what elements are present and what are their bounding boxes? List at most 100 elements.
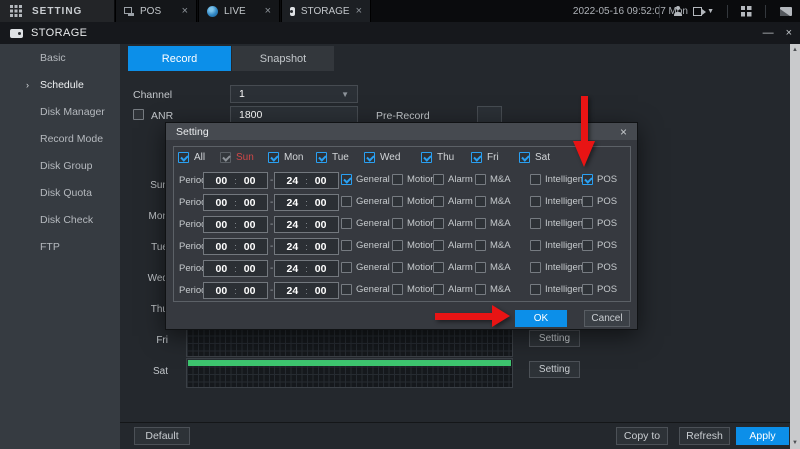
type-alarm[interactable]: Alarm	[433, 262, 473, 273]
type-m-a[interactable]: M&A	[475, 240, 511, 251]
checkbox[interactable]	[392, 218, 403, 229]
time-input[interactable]: 00:00	[203, 172, 268, 189]
sidebar-item-disk-quota[interactable]: Disk Quota	[0, 179, 120, 206]
layout-switch-icon[interactable]	[741, 6, 752, 17]
checkbox[interactable]	[433, 196, 444, 207]
checkbox[interactable]	[341, 240, 352, 251]
checkbox[interactable]	[582, 218, 593, 229]
type-general[interactable]: General	[341, 240, 390, 251]
type-general[interactable]: General	[341, 196, 390, 207]
close-icon[interactable]: ×	[182, 6, 188, 17]
type-alarm[interactable]: Alarm	[433, 196, 473, 207]
time-input[interactable]: 24:00	[274, 216, 339, 233]
time-input[interactable]: 24:00	[274, 282, 339, 299]
sidebar-item-disk-group[interactable]: Disk Group	[0, 152, 120, 179]
scroll-down-icon[interactable]: ▼	[790, 437, 800, 449]
checkbox[interactable]	[392, 174, 403, 185]
checkbox[interactable]	[582, 196, 593, 207]
checkbox[interactable]	[433, 218, 444, 229]
checkbox[interactable]	[433, 240, 444, 251]
type-intelligent[interactable]: Intelligent	[530, 262, 586, 273]
checkbox[interactable]	[471, 152, 482, 163]
tab-live[interactable]: LIVE ×	[198, 0, 280, 22]
type-intelligent[interactable]: Intelligent	[530, 240, 586, 251]
type-pos[interactable]: POS	[582, 174, 617, 185]
checkbox[interactable]	[530, 174, 541, 185]
day-tue[interactable]: Tue	[316, 152, 349, 163]
day-fri[interactable]: Fri	[471, 152, 499, 163]
checkbox[interactable]	[220, 152, 231, 163]
checkbox[interactable]	[433, 284, 444, 295]
apply-button[interactable]: Apply	[736, 427, 789, 445]
checkbox[interactable]	[582, 262, 593, 273]
dialog-header[interactable]: Setting ×	[166, 123, 637, 140]
close-icon[interactable]: ×	[786, 28, 792, 39]
checkbox[interactable]	[582, 240, 593, 251]
time-input[interactable]: 24:00	[274, 260, 339, 277]
type-motion[interactable]: Motion	[392, 284, 436, 295]
default-button[interactable]: Default	[134, 427, 190, 445]
type-m-a[interactable]: M&A	[475, 218, 511, 229]
checkbox[interactable]	[475, 284, 486, 295]
channel-select[interactable]: 1 ▼	[230, 85, 358, 103]
tab-snapshot[interactable]: Snapshot	[232, 46, 334, 71]
cancel-button[interactable]: Cancel	[584, 310, 630, 327]
checkbox[interactable]	[268, 152, 279, 163]
anr-checkbox[interactable]	[133, 109, 144, 120]
checkbox[interactable]	[530, 218, 541, 229]
checkbox[interactable]	[475, 218, 486, 229]
checkbox[interactable]	[178, 152, 189, 163]
tab-pos[interactable]: POS ×	[115, 0, 197, 22]
anr-input[interactable]: 1800	[230, 106, 358, 123]
type-general[interactable]: General	[341, 284, 390, 295]
checkbox[interactable]	[392, 262, 403, 273]
setting-button-fri[interactable]: Setting	[529, 330, 580, 347]
time-input[interactable]: 00:00	[203, 194, 268, 211]
checkbox[interactable]	[519, 152, 530, 163]
type-general[interactable]: General	[341, 218, 390, 229]
timeline-grid-fri[interactable]	[186, 327, 513, 357]
type-general[interactable]: General	[341, 262, 390, 273]
type-pos[interactable]: POS	[582, 196, 617, 207]
time-input[interactable]: 00:00	[203, 260, 268, 277]
checkbox[interactable]	[433, 174, 444, 185]
checkbox[interactable]	[316, 152, 327, 163]
type-motion[interactable]: Motion	[392, 174, 436, 185]
checkbox[interactable]	[392, 196, 403, 207]
checkbox[interactable]	[530, 196, 541, 207]
checkbox[interactable]	[530, 262, 541, 273]
day-sun[interactable]: Sun	[220, 152, 254, 163]
type-pos[interactable]: POS	[582, 218, 617, 229]
time-input[interactable]: 24:00	[274, 238, 339, 255]
type-intelligent[interactable]: Intelligent	[530, 218, 586, 229]
type-alarm[interactable]: Alarm	[433, 174, 473, 185]
checkbox[interactable]	[341, 218, 352, 229]
type-motion[interactable]: Motion	[392, 218, 436, 229]
time-input[interactable]: 00:00	[203, 216, 268, 233]
checkbox[interactable]	[341, 284, 352, 295]
tab-record[interactable]: Record	[128, 46, 231, 71]
type-motion[interactable]: Motion	[392, 240, 436, 251]
scroll-up-icon[interactable]: ▲	[790, 44, 800, 56]
checkbox[interactable]	[341, 196, 352, 207]
ok-button[interactable]: OK	[515, 310, 567, 327]
checkbox[interactable]	[475, 262, 486, 273]
type-alarm[interactable]: Alarm	[433, 240, 473, 251]
type-pos[interactable]: POS	[582, 284, 617, 295]
sidebar-item-schedule[interactable]: ›Schedule	[0, 71, 120, 98]
checkbox[interactable]	[392, 240, 403, 251]
refresh-button[interactable]: Refresh	[679, 427, 730, 445]
checkbox[interactable]	[475, 196, 486, 207]
type-pos[interactable]: POS	[582, 240, 617, 251]
type-motion[interactable]: Motion	[392, 262, 436, 273]
day-all[interactable]: All	[178, 152, 205, 163]
type-m-a[interactable]: M&A	[475, 262, 511, 273]
time-input[interactable]: 00:00	[203, 282, 268, 299]
type-m-a[interactable]: M&A	[475, 196, 511, 207]
scrollbar[interactable]: ▲ ▼	[790, 44, 800, 449]
type-alarm[interactable]: Alarm	[433, 284, 473, 295]
sidebar-item-record-mode[interactable]: Record Mode	[0, 125, 120, 152]
checkbox[interactable]	[582, 174, 593, 185]
sidebar-item-basic[interactable]: Basic	[0, 44, 120, 71]
type-general[interactable]: General	[341, 174, 390, 185]
